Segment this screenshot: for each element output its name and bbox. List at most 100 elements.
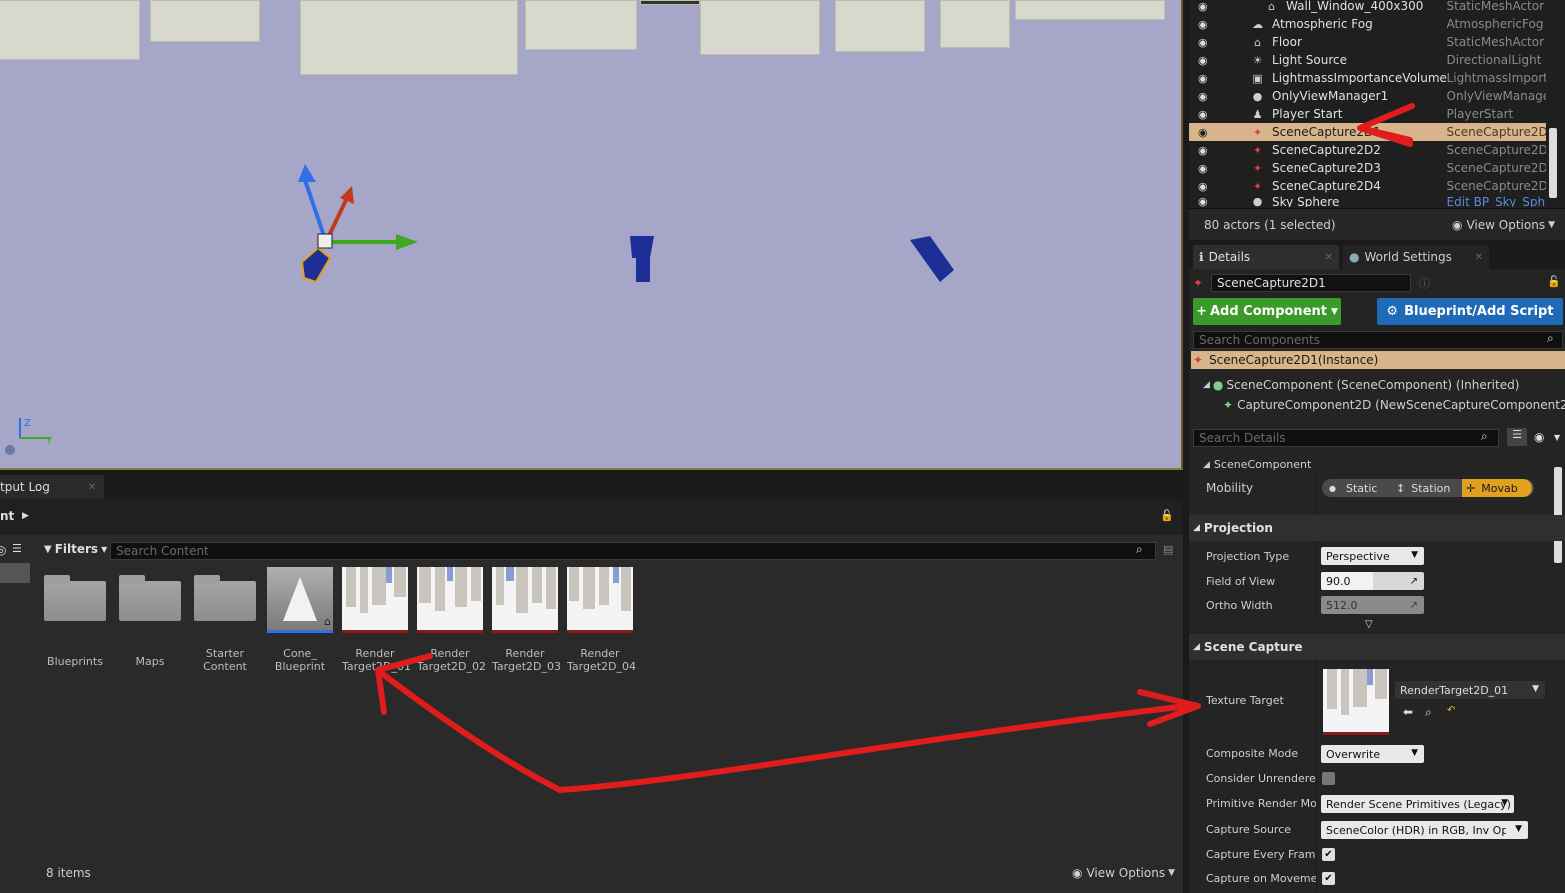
component-tree-child[interactable]: ✦ CaptureComponent2D (NewSceneCaptureCom… <box>1223 398 1565 412</box>
outliner-row[interactable]: ◉ ⌂ Floor StaticMeshActor <box>1189 33 1546 51</box>
close-icon[interactable]: ✕ <box>1325 252 1333 263</box>
reset-to-default-icon[interactable]: ↶ <box>1447 705 1455 716</box>
view-options-button[interactable]: ◉ View Options ▼ <box>1072 866 1175 880</box>
blueprint-script-button[interactable]: ⚙ Blueprint/Add Script <box>1377 298 1563 325</box>
advanced-expand-icon[interactable]: ▽ <box>1365 619 1373 630</box>
chevron-down-icon[interactable]: ▼ <box>1554 433 1560 442</box>
asset-folder-maps[interactable]: Maps <box>117 567 183 668</box>
outliner-row[interactable]: ◉ ✦ SceneCapture2D3 SceneCapture2D <box>1189 159 1546 177</box>
search-icon[interactable]: ⌕ <box>1136 542 1143 557</box>
primitive-render-mode-dropdown[interactable]: Render Scene Primitives (Legacy) ▼ <box>1321 795 1514 813</box>
asset-folder-blueprints[interactable]: Blueprints <box>42 567 108 668</box>
outliner-footer: 80 actors (1 selected) ◉ View Options ▼ <box>1189 208 1565 240</box>
capture-on-movement-checkbox[interactable]: ✔ <box>1322 872 1335 885</box>
composite-mode-dropdown[interactable]: Overwrite ▼ <box>1321 745 1424 763</box>
view-options-button[interactable]: ◉ View Options ▼ <box>1452 218 1555 232</box>
texture-target-thumbnail[interactable] <box>1323 669 1389 735</box>
reset-arrow-icon[interactable]: ↗ <box>1410 576 1418 587</box>
scene-capture-header[interactable]: ◢ Scene Capture <box>1189 634 1565 660</box>
mobility-static-option[interactable]: ● Static <box>1322 482 1390 495</box>
asset-folder-starter-content[interactable]: Starter Content <box>192 567 258 673</box>
eye-icon[interactable]: ◉ <box>1534 430 1544 444</box>
mobility-stationary-option[interactable]: ↕ Station <box>1390 482 1462 495</box>
save-search-icon[interactable]: ▤ <box>1163 543 1173 556</box>
tab-details[interactable]: ℹ Details ✕ <box>1193 245 1339 269</box>
consider-unrendered-checkbox[interactable] <box>1322 772 1335 785</box>
asset-cone-blueprint[interactable]: ⌂ Cone_ Blueprint <box>267 567 333 673</box>
outliner-row[interactable]: ◉ ⌂ Wall_Window_400x300 StaticMeshActor <box>1189 0 1546 15</box>
asset-render-target-02[interactable]: Render Target2D_02 <box>417 567 486 673</box>
outliner-scrollbar[interactable] <box>1549 128 1557 198</box>
view-options-label: View Options <box>1086 866 1166 880</box>
visibility-eye-icon[interactable]: ◉ <box>1198 126 1211 139</box>
history-icon[interactable]: ◎ <box>0 543 6 557</box>
mobility-movable-option[interactable]: ✛ Movab <box>1462 479 1532 497</box>
visibility-eye-icon[interactable]: ◉ <box>1198 195 1211 207</box>
outliner-row[interactable]: ◉ ● OnlyViewManager1 OnlyViewManage <box>1189 87 1546 105</box>
outliner-row[interactable]: ◉ ▣ LightmassImportanceVolume LightmassI… <box>1189 69 1546 87</box>
visibility-eye-icon[interactable]: ◉ <box>1198 108 1211 121</box>
outliner-item-name: Wall_Window_400x300 <box>1286 0 1424 13</box>
scene-component-category[interactable]: ◢ SceneComponent <box>1203 458 1311 471</box>
outliner-row[interactable]: ◉ ✦ SceneCapture2D4 SceneCapture2D <box>1189 177 1546 195</box>
close-icon[interactable]: ✕ <box>1475 252 1483 263</box>
chevron-right-icon[interactable]: ▶ <box>22 511 29 521</box>
actor-name-field[interactable]: SceneCapture2D1 <box>1211 274 1411 292</box>
lock-icon[interactable]: 🔓 <box>1547 275 1561 288</box>
visibility-eye-icon[interactable]: ◉ <box>1198 180 1211 193</box>
search-content-input[interactable]: Search Content <box>110 542 1156 560</box>
visibility-eye-icon[interactable]: ◉ <box>1198 0 1211 13</box>
asset-label: Starter Content <box>203 647 247 673</box>
search-icon[interactable]: ⌕ <box>1481 429 1488 444</box>
capture-source-value: SceneColor (HDR) in RGB, Inv Opacity <box>1326 823 1506 837</box>
tab-world-settings[interactable]: ● World Settings ✕ <box>1343 245 1489 269</box>
visibility-eye-icon[interactable]: ◉ <box>1198 36 1211 49</box>
filters-button[interactable]: ▼ Filters ▼ <box>44 542 107 556</box>
transform-gizmo[interactable]: Z Y <box>0 0 1183 470</box>
add-component-button[interactable]: + Add Component ▼ <box>1193 298 1341 325</box>
visibility-eye-icon[interactable]: ◉ <box>1198 144 1211 157</box>
sources-toggle-icon[interactable]: ☰ <box>12 542 22 555</box>
fov-input[interactable]: 90.0 ↗ <box>1321 572 1424 590</box>
browse-search-icon[interactable]: ⌕ <box>1425 705 1432 720</box>
list-view-icon[interactable]: ☰ <box>1507 428 1527 446</box>
path-segment[interactable]: nt <box>0 509 14 523</box>
component-instance-row[interactable]: ✦ SceneCapture2D1(Instance) <box>1191 351 1565 369</box>
close-icon[interactable]: ✕ <box>88 482 96 493</box>
capture-source-dropdown[interactable]: SceneColor (HDR) in RGB, Inv Opacity ▼ <box>1321 821 1528 839</box>
asset-render-target-03[interactable]: Render Target2D_03 <box>492 567 561 673</box>
outliner-row[interactable]: ◉ ✦ SceneCapture2D2 SceneCapture2D <box>1189 141 1546 159</box>
outliner-item-type: DirectionalLight <box>1446 53 1542 67</box>
lock-icon[interactable]: 🔓 <box>1160 509 1174 522</box>
projection-header[interactable]: ◢ Projection <box>1189 515 1565 541</box>
outliner-item-name: Player Start <box>1272 107 1343 121</box>
outliner-row-selected[interactable]: ◉ ✦ SceneCapture2D1 SceneCapture2D <box>1189 123 1546 141</box>
visibility-eye-icon[interactable]: ◉ <box>1198 54 1211 67</box>
expand-arrow-icon[interactable]: ◢ <box>1203 380 1210 390</box>
component-tree-root[interactable]: ◢ ● SceneComponent (SceneComponent) (Inh… <box>1203 378 1519 392</box>
outliner-row[interactable]: ◉ ☀ Light Source DirectionalLight <box>1189 51 1546 69</box>
projection-type-dropdown[interactable]: Perspective ▼ <box>1321 547 1424 565</box>
outliner-row[interactable]: ◉ ● Sky Sphere Edit BP_Sky_Sph <box>1189 195 1546 207</box>
visibility-eye-icon[interactable]: ◉ <box>1198 90 1211 103</box>
use-selected-arrow-icon[interactable]: ⬅ <box>1403 705 1413 719</box>
asset-render-target-04[interactable]: Render Target2D_04 <box>567 567 636 673</box>
outliner-row[interactable]: ◉ ♟ Player Start PlayerStart <box>1189 105 1546 123</box>
reset-arrow-icon[interactable]: ↗ <box>1410 600 1418 611</box>
ortho-width-input[interactable]: 512.0 ↗ <box>1321 596 1424 614</box>
search-details-input[interactable]: Search Details <box>1193 429 1499 447</box>
visibility-eye-icon[interactable]: ◉ <box>1198 18 1211 31</box>
help-icon[interactable]: ⓘ <box>1419 275 1430 291</box>
visibility-eye-icon[interactable]: ◉ <box>1198 162 1211 175</box>
render-target-thumbnail <box>342 567 408 633</box>
asset-render-target-01[interactable]: Render Target2D_01 <box>342 567 411 673</box>
search-components-input[interactable]: Search Components <box>1193 331 1563 349</box>
capture-every-frame-checkbox[interactable]: ✔ <box>1322 848 1335 861</box>
level-viewport[interactable]: Z Y <box>0 0 1183 470</box>
texture-target-dropdown[interactable]: RenderTarget2D_01 ▼ <box>1395 681 1545 699</box>
visibility-eye-icon[interactable]: ◉ <box>1198 72 1211 85</box>
search-icon[interactable]: ⌕ <box>1547 331 1554 346</box>
static-mesh-icon: ⌂ <box>1268 0 1276 13</box>
tab-output-log[interactable]: tput Log ✕ <box>0 475 104 499</box>
outliner-row[interactable]: ◉ ☁ Atmospheric Fog AtmosphericFog <box>1189 15 1546 33</box>
